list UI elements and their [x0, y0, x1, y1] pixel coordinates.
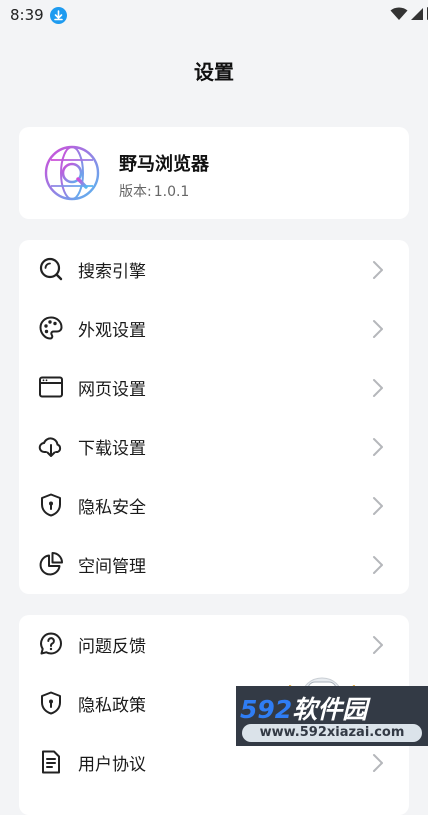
watermark-number: 592 [240, 695, 293, 724]
menu-item-label: 搜索引擎 [78, 262, 146, 282]
shield-lock-icon [41, 493, 61, 517]
status-bar: 8:39 [0, 0, 428, 30]
cloud-download-icon [38, 437, 62, 457]
chevron-right-icon [373, 636, 383, 654]
menu-item-privacy-security[interactable]: 隐私安全 [19, 476, 409, 535]
menu-item-storage[interactable]: 空间管理 [19, 535, 409, 594]
download-notification-icon [50, 7, 67, 24]
menu-item-download[interactable]: 下载设置 [19, 417, 409, 476]
chevron-right-icon [373, 320, 383, 338]
chevron-right-icon [373, 754, 383, 772]
document-icon [42, 750, 60, 774]
watermark-site: www.592xiazai.com [242, 724, 422, 742]
menu-item-label: 网页设置 [78, 380, 146, 400]
menu-item-label: 空间管理 [78, 557, 146, 577]
search-icon [39, 257, 63, 281]
palette-icon [39, 316, 63, 340]
chevron-right-icon [373, 379, 383, 397]
signal-icon [411, 8, 423, 20]
chevron-right-icon [373, 438, 383, 456]
wifi-icon [390, 7, 408, 20]
version-number: 1.0.1 [153, 184, 190, 200]
menu-item-label: 隐私安全 [78, 498, 146, 518]
watermark-banner: 592软件园 www.592xiazai.com [236, 686, 428, 746]
app-version: 版本: 1.0.1 [119, 181, 191, 201]
menu-item-label: 隐私政策 [78, 696, 146, 716]
menu-item-webpage[interactable]: 网页设置 [19, 358, 409, 417]
watermark-text: 软件园 [292, 695, 368, 724]
browser-window-icon [39, 376, 63, 398]
watermark-title: 592软件园 [240, 690, 367, 726]
menu-item-appearance[interactable]: 外观设置 [19, 299, 409, 358]
menu-item-label: 问题反馈 [78, 637, 146, 657]
pie-chart-icon [39, 552, 63, 576]
browser-logo-icon [44, 145, 100, 201]
menu-item-label: 用户协议 [78, 755, 146, 775]
app-info-card: 野马浏览器 版本: 1.0.1 [19, 127, 409, 219]
menu-item-label: 下载设置 [78, 439, 146, 459]
status-time: 8:39 [10, 6, 44, 24]
chevron-right-icon [373, 497, 383, 515]
question-icon [40, 632, 62, 655]
settings-menu-main: 搜索引擎 外观设置 网页设置 下载设置 隐私安全 空间管理 [19, 240, 409, 594]
menu-item-label: 外观设置 [78, 321, 146, 341]
menu-item-search-engine[interactable]: 搜索引擎 [19, 240, 409, 299]
shield-lock-icon [41, 691, 61, 715]
chevron-right-icon [373, 261, 383, 279]
version-label: 版本: [119, 184, 152, 200]
chevron-right-icon [373, 556, 383, 574]
app-name: 野马浏览器 [119, 154, 209, 175]
page-title: 设置 [194, 60, 234, 84]
